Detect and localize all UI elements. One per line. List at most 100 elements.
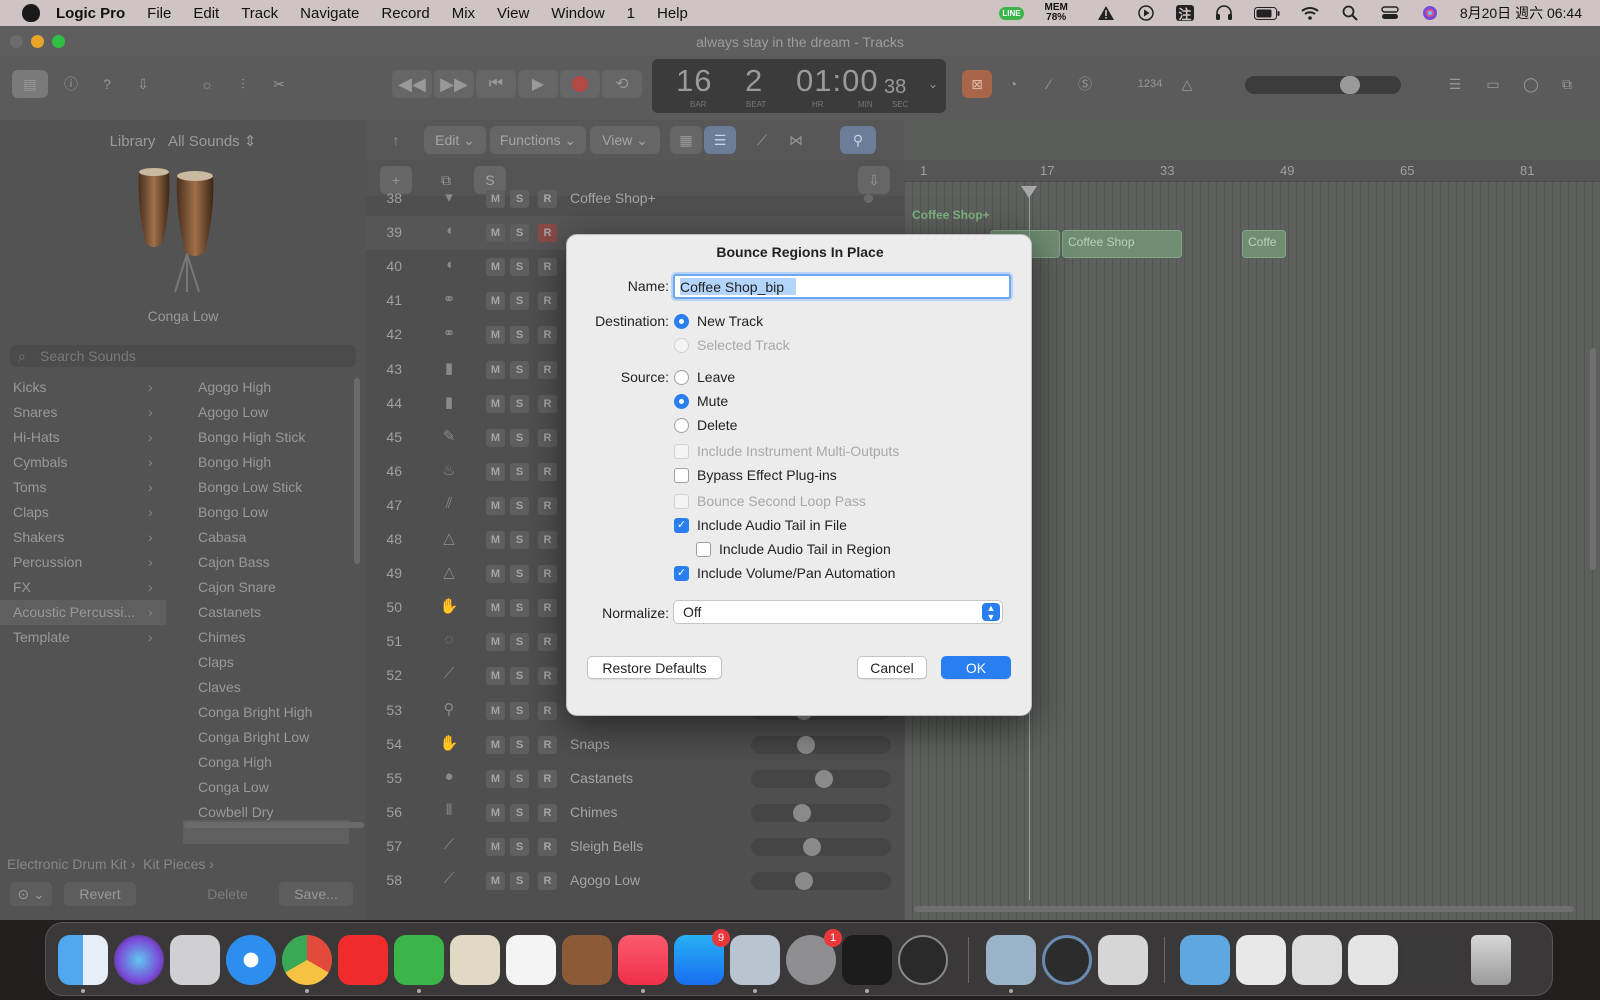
track-record-button[interactable]: R	[538, 258, 557, 277]
tail-in-region-label[interactable]: Include Audio Tail in Region	[719, 541, 891, 557]
chrome-icon[interactable]	[282, 935, 332, 985]
track-row[interactable]: 38 ▾ M S R Coffee Shop+	[366, 182, 904, 216]
sound-item[interactable]: Cabasa	[198, 529, 246, 545]
automation-icon[interactable]: ⟋	[746, 126, 778, 154]
bypass-plugins-checkbox[interactable]	[674, 468, 689, 483]
track-mute-button[interactable]: M	[486, 531, 505, 549]
track-instrument-icon[interactable]: ⚭	[438, 290, 460, 312]
track-instrument-icon[interactable]: ●	[438, 768, 460, 790]
track-mute-button[interactable]: M	[486, 360, 505, 379]
dest-new-track-radio[interactable]	[674, 314, 689, 329]
name-input[interactable]	[675, 276, 1009, 297]
replace-icon[interactable]: ⁄	[1034, 70, 1064, 98]
track-mute-button[interactable]: M	[486, 803, 505, 822]
low-latency-icon[interactable]: ⊠	[962, 70, 992, 98]
track-volume-knob[interactable]	[795, 872, 813, 890]
dest-new-track-label[interactable]: New Track	[697, 313, 763, 329]
track-mute-button[interactable]: M	[486, 292, 505, 311]
automation-label[interactable]: Include Volume/Pan Automation	[697, 565, 895, 581]
track-solo-button[interactable]: S	[510, 565, 529, 584]
editors-scissors-icon[interactable]: ✂	[264, 70, 294, 98]
normalize-select[interactable]: Off ▲ ▼	[673, 600, 1003, 624]
sound-item[interactable]: Conga High	[198, 754, 272, 770]
delete-button[interactable]: Delete	[191, 882, 264, 906]
record-icon[interactable]	[560, 70, 600, 98]
track-instrument-icon[interactable]: ✋	[438, 734, 460, 756]
play-circle-icon[interactable]	[1136, 5, 1156, 21]
menu-view[interactable]: View	[497, 5, 529, 22]
track-solo-button[interactable]: S	[510, 462, 529, 481]
track-instrument-icon[interactable]: ⟋	[438, 836, 460, 858]
track-solo-button[interactable]: S	[510, 326, 529, 345]
track-mute-button[interactable]: M	[486, 837, 505, 856]
finder-icon[interactable]	[58, 935, 108, 985]
track-row[interactable]: 57 ⟋ M S R Sleigh Bells	[366, 830, 904, 864]
track-solo-button[interactable]: S	[510, 769, 529, 788]
track-record-button[interactable]: R	[538, 837, 557, 856]
fast-forward-icon[interactable]: ▶▶	[434, 70, 474, 98]
track-instrument-icon[interactable]: ♨	[438, 461, 460, 483]
menu-edit[interactable]: Edit	[193, 5, 219, 22]
view-menu-button[interactable]: View ⌄	[590, 126, 660, 154]
track-record-button[interactable]: R	[538, 462, 557, 481]
line-icon[interactable]: LINE	[998, 5, 1024, 21]
loop-browser-icon[interactable]: ◯	[1516, 70, 1546, 98]
menu-clock[interactable]: 8月20日 週六 06:44	[1460, 3, 1582, 23]
track-instrument-icon[interactable]: ⦀	[438, 802, 460, 824]
youtube-icon[interactable]	[338, 935, 388, 985]
track-solo-button[interactable]: S	[510, 701, 529, 720]
list-view-icon[interactable]: ☰	[704, 126, 736, 154]
smart-controls-icon[interactable]: ☼	[192, 70, 222, 98]
track-instrument-icon[interactable]: ◌	[438, 631, 460, 653]
menu-record[interactable]: Record	[381, 5, 429, 22]
download-icon[interactable]: ⇩	[128, 70, 158, 98]
tail-in-file-label[interactable]: Include Audio Tail in File	[697, 517, 847, 533]
category-snares[interactable]: Snares	[13, 404, 57, 420]
category-template[interactable]: Template	[13, 629, 70, 645]
track-record-button[interactable]: R	[538, 496, 557, 515]
horizontal-scrollbar[interactable]	[914, 906, 1574, 912]
metronome-icon[interactable]: △	[1172, 70, 1202, 98]
sound-item[interactable]: Bongo High Stick	[198, 429, 305, 445]
track-mute-button[interactable]: M	[486, 769, 505, 788]
track-instrument-icon[interactable]: ⚭	[438, 324, 460, 346]
migration-assistant-icon[interactable]	[730, 935, 780, 985]
sound-item[interactable]: Bongo Low	[198, 504, 268, 520]
track-instrument-icon[interactable]: ▾	[438, 188, 460, 210]
track-record-button[interactable]: R	[538, 599, 557, 618]
track-mute-button[interactable]: M	[486, 496, 505, 515]
breadcrumb-item[interactable]: Electronic Drum Kit	[7, 856, 127, 872]
inspector-icon[interactable]: ⓘ	[56, 70, 86, 98]
track-record-button[interactable]: R	[538, 428, 557, 447]
source-delete-radio[interactable]	[674, 418, 689, 433]
sound-item[interactable]: Cajon Bass	[198, 554, 270, 570]
functions-menu-button[interactable]: Functions ⌄	[490, 126, 586, 154]
track-record-button[interactable]: R	[538, 531, 557, 549]
bar-ruler[interactable]: 1 17 33 49 65 81	[904, 160, 1600, 182]
track-mute-button[interactable]: M	[486, 599, 505, 618]
category-shakers[interactable]: Shakers	[13, 529, 64, 545]
category-hi-hats[interactable]: Hi-Hats	[13, 429, 60, 445]
track-instrument-icon[interactable]: △	[438, 563, 460, 585]
master-volume-slider[interactable]	[1245, 76, 1401, 94]
track-record-button[interactable]: R	[538, 667, 557, 686]
tail-in-region-checkbox[interactable]	[696, 542, 711, 557]
category-kicks[interactable]: Kicks	[13, 379, 46, 395]
menu-navigate[interactable]: Navigate	[300, 5, 359, 22]
siri-dock-icon[interactable]	[114, 935, 164, 985]
screenshot-stack-icon[interactable]	[1404, 935, 1454, 985]
audio-region[interactable]: Coffe	[1242, 230, 1286, 258]
category-toms[interactable]: Toms	[13, 479, 46, 495]
category-cymbals[interactable]: Cymbals	[13, 454, 67, 470]
memory-indicator[interactable]: MEM 78%	[1044, 3, 1067, 23]
track-instrument-icon[interactable]: ⚲	[438, 700, 460, 722]
category-acoustic-percussion[interactable]: Acoustic Percussi...	[13, 604, 135, 620]
track-record-button[interactable]: R	[538, 872, 557, 890]
track-solo-button[interactable]: S	[510, 190, 529, 208]
track-solo-button[interactable]: S	[510, 667, 529, 686]
track-volume-slider[interactable]	[751, 735, 891, 754]
playhead-handle[interactable]	[1021, 186, 1037, 198]
track-mute-button[interactable]: M	[486, 224, 505, 243]
sound-item[interactable]: Agogo High	[198, 379, 271, 395]
garageband-icon[interactable]	[562, 935, 612, 985]
